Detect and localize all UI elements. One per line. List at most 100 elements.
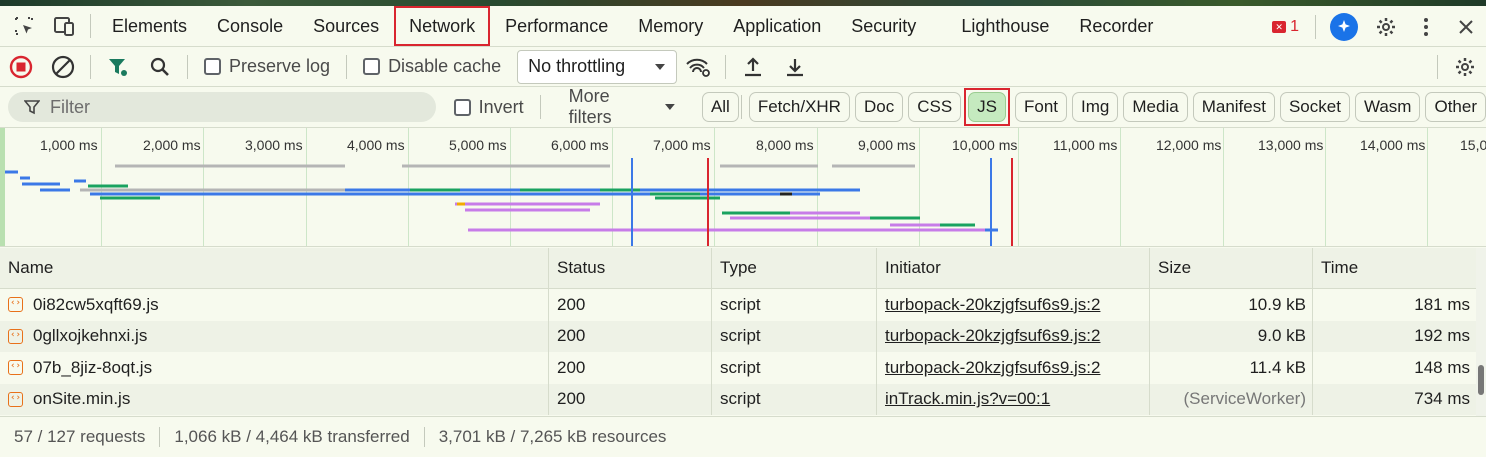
cell-type: script bbox=[711, 289, 876, 321]
chip-js[interactable]: JS bbox=[968, 92, 1007, 122]
chip-media[interactable]: Media bbox=[1123, 92, 1188, 122]
cell-initiator: inTrack.min.js?v=00:1 bbox=[876, 383, 1149, 415]
tab-performance[interactable]: Performance bbox=[490, 6, 623, 47]
filter-placeholder: Filter bbox=[50, 96, 90, 117]
filter-funnel-icon bbox=[24, 100, 40, 115]
tabbar-separator bbox=[90, 14, 91, 38]
script-file-icon: ‹› bbox=[8, 297, 23, 313]
cell-time: 192 ms bbox=[1312, 320, 1476, 352]
col-header-initiator[interactable]: Initiator bbox=[876, 248, 1149, 288]
table-row[interactable]: ‹› 0i82cw5xqft69.js 200 script turbopack-… bbox=[0, 289, 1476, 321]
table-row[interactable]: ‹› 07b_8jiz-8oqt.js 200 script turbopack-… bbox=[0, 352, 1476, 384]
network-overview-timeline[interactable]: 1,000 ms 2,000 ms 3,000 ms 4,000 ms 5,00… bbox=[0, 127, 1486, 247]
col-header-size[interactable]: Size bbox=[1149, 248, 1312, 288]
cell-type: script bbox=[711, 352, 876, 384]
more-options-icon[interactable] bbox=[1406, 7, 1446, 47]
import-har-icon[interactable] bbox=[732, 47, 774, 87]
initiator-link[interactable]: turbopack-20kzjgfsuf6s9.js:2 bbox=[885, 295, 1100, 315]
chip-img[interactable]: Img bbox=[1072, 92, 1119, 122]
cell-status: 200 bbox=[548, 383, 711, 415]
table-scrollbar[interactable] bbox=[1476, 248, 1486, 416]
col-header-name[interactable]: Name bbox=[0, 248, 548, 288]
network-status-bar: 57 / 127 requests 1,066 kB / 4,464 kB tr… bbox=[0, 416, 1486, 457]
chip-all[interactable]: All bbox=[701, 92, 739, 122]
tab-elements[interactable]: Elements bbox=[97, 6, 202, 47]
cell-status: 200 bbox=[548, 352, 711, 384]
inspect-element-icon[interactable] bbox=[4, 6, 44, 46]
chip-font[interactable]: Font bbox=[1015, 92, 1068, 122]
invert-box[interactable] bbox=[453, 98, 471, 116]
col-header-status[interactable]: Status bbox=[548, 248, 711, 288]
tab-network[interactable]: Network bbox=[394, 6, 491, 46]
col-header-time[interactable]: Time bbox=[1312, 248, 1476, 288]
request-name: onSite.min.js bbox=[33, 389, 131, 409]
chevron-down-icon bbox=[655, 63, 666, 70]
chip-fetch-xhr[interactable]: Fetch/XHR bbox=[748, 92, 850, 122]
export-har-icon[interactable] bbox=[774, 47, 816, 87]
toolbar-separator bbox=[1437, 54, 1438, 79]
cell-size: (ServiceWorker) bbox=[1149, 383, 1312, 415]
error-icon: ✕ bbox=[1272, 20, 1287, 33]
preserve-log-checkbox[interactable]: Preserve log bbox=[194, 56, 340, 77]
cell-initiator: turbopack-20kzjgfsuf6s9.js:2 bbox=[876, 289, 1149, 321]
chip-css[interactable]: CSS bbox=[908, 92, 962, 122]
cell-size: 11.4 kB bbox=[1149, 352, 1312, 384]
toolbar-separator bbox=[90, 54, 91, 79]
tab-application[interactable]: Application bbox=[718, 6, 836, 47]
more-filters-dropdown[interactable]: More filters bbox=[547, 86, 686, 128]
record-stop-icon[interactable] bbox=[0, 47, 42, 87]
network-conditions-icon[interactable] bbox=[677, 47, 719, 87]
request-name: 0i82cw5xqft69.js bbox=[33, 294, 159, 314]
request-name: 07b_8jiz-8oqt.js bbox=[33, 357, 153, 377]
invert-checkbox[interactable]: Invert bbox=[444, 97, 534, 118]
clear-icon[interactable] bbox=[42, 47, 84, 87]
preserve-log-label: Preserve log bbox=[229, 56, 331, 76]
preserve-log-box[interactable] bbox=[204, 58, 221, 75]
cell-size: 10.9 kB bbox=[1149, 289, 1312, 321]
tab-sources[interactable]: Sources bbox=[298, 6, 394, 47]
chip-manifest[interactable]: Manifest bbox=[1192, 92, 1275, 122]
table-row[interactable]: ‹› 0gllxojkehnxi.js 200 script turbopack-… bbox=[0, 320, 1476, 352]
network-settings-gear-icon[interactable] bbox=[1444, 47, 1486, 87]
ai-assistance-icon[interactable] bbox=[1330, 12, 1358, 41]
table-row[interactable]: ‹› onSite.min.js 200 script inTrack.min.j… bbox=[0, 383, 1476, 415]
request-name: 0gllxojkehnxi.js bbox=[33, 326, 148, 346]
chip-socket[interactable]: Socket bbox=[1279, 92, 1350, 122]
throttling-select[interactable]: No throttling bbox=[517, 49, 678, 84]
filter-funnel-icon[interactable] bbox=[97, 47, 139, 87]
initiator-link[interactable]: turbopack-20kzjgfsuf6s9.js:2 bbox=[885, 326, 1100, 346]
disable-cache-checkbox[interactable]: Disable cache bbox=[353, 56, 511, 77]
device-toolbar-icon[interactable] bbox=[44, 6, 84, 46]
col-header-type[interactable]: Type bbox=[711, 248, 876, 288]
tab-memory[interactable]: Memory bbox=[623, 6, 718, 47]
close-devtools-icon[interactable] bbox=[1446, 7, 1486, 47]
disable-cache-box[interactable] bbox=[363, 58, 381, 75]
initiator-link[interactable]: inTrack.min.js?v=00:1 bbox=[885, 389, 1050, 409]
cell-name: ‹› 07b_8jiz-8oqt.js bbox=[0, 352, 548, 384]
devtools-tabbar: Elements Console Sources Network Perform… bbox=[0, 6, 1486, 47]
scrollbar-thumb[interactable] bbox=[1478, 365, 1484, 395]
tab-lighthouse[interactable]: Lighthouse bbox=[931, 6, 1064, 47]
search-icon[interactable] bbox=[139, 47, 181, 87]
chip-doc[interactable]: Doc bbox=[854, 92, 904, 122]
cell-time: 734 ms bbox=[1312, 383, 1476, 415]
initiator-link[interactable]: turbopack-20kzjgfsuf6s9.js:2 bbox=[885, 358, 1100, 378]
cell-initiator: turbopack-20kzjgfsuf6s9.js:2 bbox=[876, 320, 1149, 352]
chip-wasm[interactable]: Wasm bbox=[1354, 92, 1421, 122]
tabbar-right-controls: ✕ 1 bbox=[1262, 6, 1486, 47]
tab-recorder[interactable]: Recorder bbox=[1064, 6, 1168, 47]
toolbar-separator bbox=[346, 54, 348, 79]
error-count-badge[interactable]: ✕ 1 bbox=[1262, 18, 1309, 36]
tab-security[interactable]: Security bbox=[836, 6, 931, 47]
error-count: 1 bbox=[1290, 17, 1299, 35]
chip-separator bbox=[740, 95, 742, 119]
tab-console[interactable]: Console bbox=[202, 6, 298, 47]
cell-name: ‹› 0i82cw5xqft69.js bbox=[0, 289, 548, 321]
request-table-header: Name Status Type Initiator Size Time bbox=[0, 248, 1476, 289]
toolbar-separator bbox=[725, 54, 727, 79]
filter-input[interactable]: Filter bbox=[8, 92, 436, 122]
filter-bar: Filter Invert More filters All Fetch/XHR… bbox=[0, 86, 1486, 128]
settings-gear-icon[interactable] bbox=[1366, 7, 1406, 47]
chip-other[interactable]: Other bbox=[1425, 92, 1486, 122]
cell-type: script bbox=[711, 383, 876, 415]
